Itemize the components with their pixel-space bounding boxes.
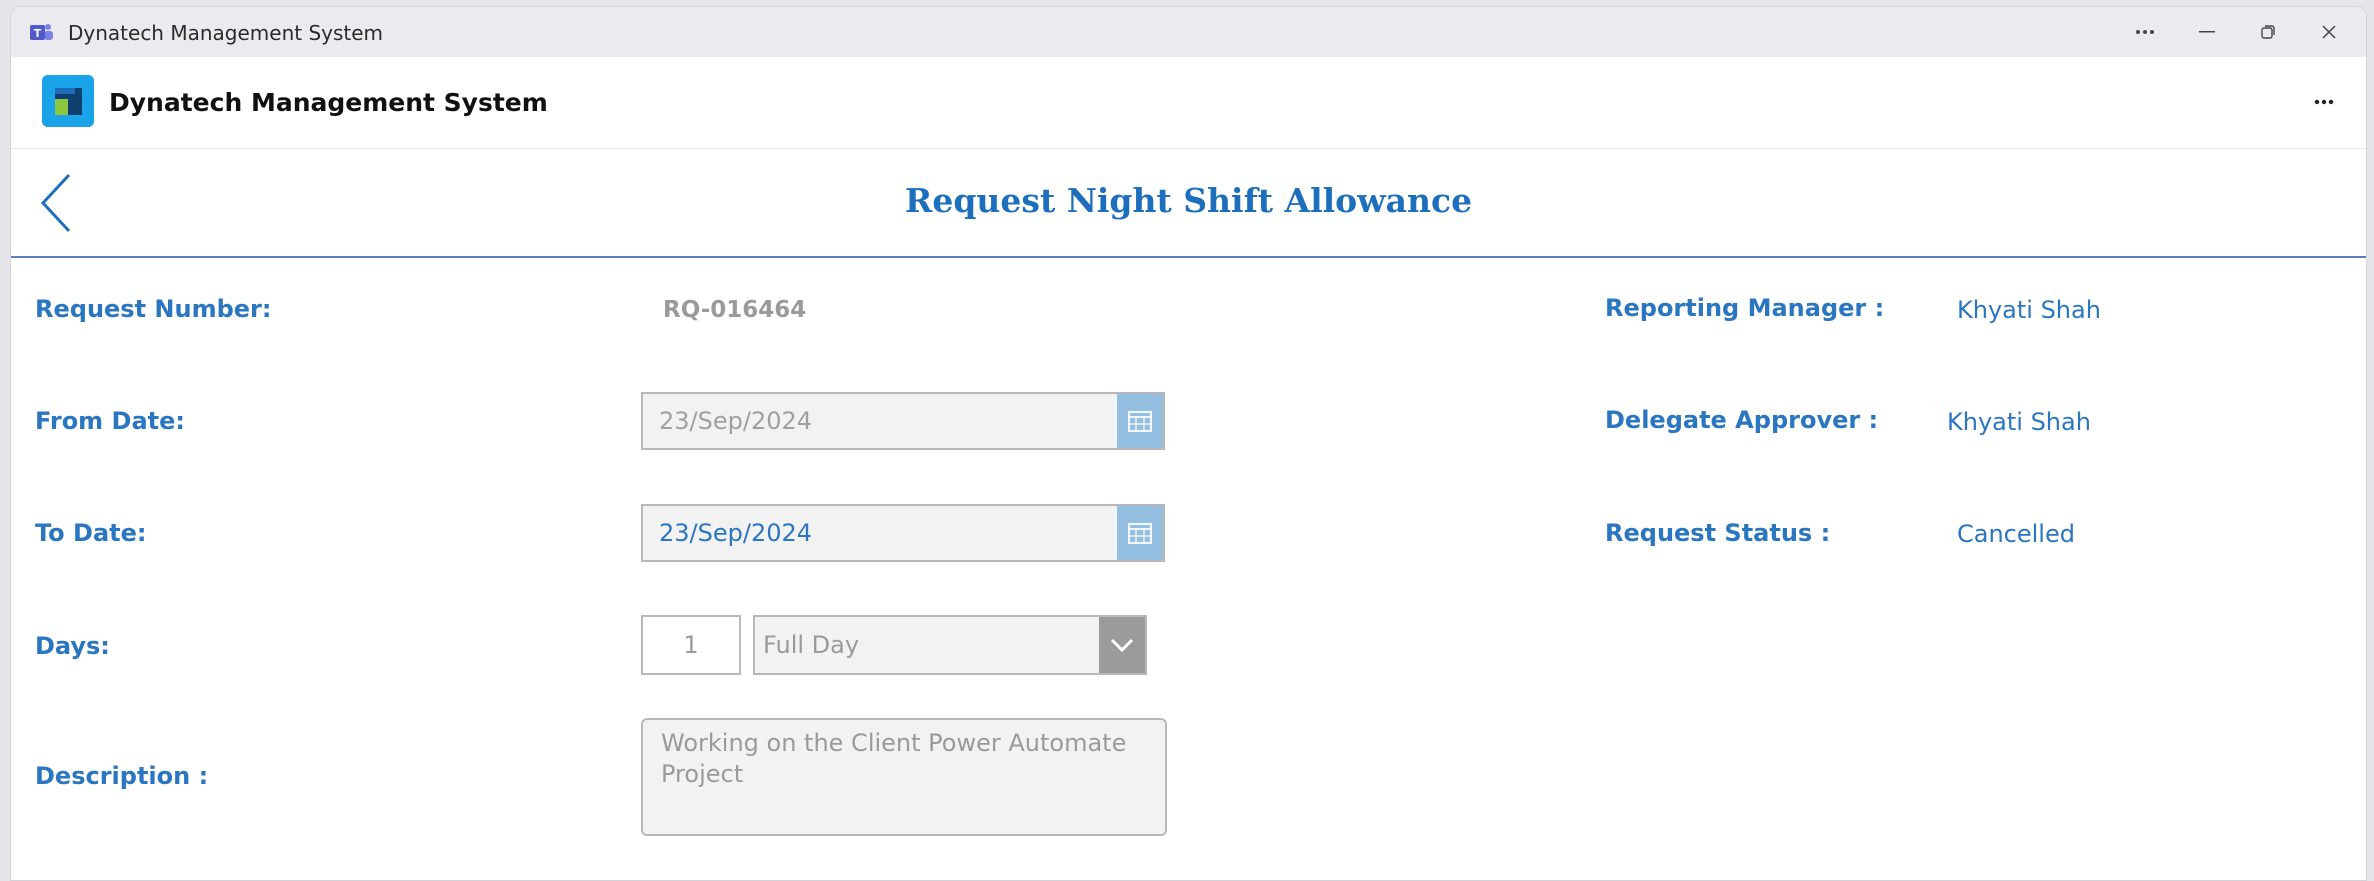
- day-type-dropdown[interactable]: Full Day: [753, 615, 1147, 675]
- restore-icon[interactable]: [2248, 15, 2288, 49]
- request-status-label: Request Status :: [1605, 519, 1831, 547]
- request-number-label: Request Number:: [35, 295, 272, 323]
- app-name: Dynatech Management System: [109, 88, 548, 117]
- minimize-icon[interactable]: [2187, 15, 2227, 49]
- days-input[interactable]: 1: [641, 615, 741, 675]
- delegate-approver-label: Delegate Approver :: [1605, 406, 1879, 434]
- more-icon[interactable]: [2125, 15, 2165, 49]
- day-type-value: Full Day: [763, 631, 860, 659]
- from-date-label: From Date:: [35, 407, 186, 435]
- to-date-value: 23/Sep/2024: [659, 519, 813, 547]
- window-title: Dynatech Management System: [68, 21, 384, 45]
- teams-icon: T: [29, 23, 55, 43]
- to-date-picker[interactable]: 23/Sep/2024: [641, 504, 1165, 562]
- reporting-manager-label: Reporting Manager :: [1605, 294, 1885, 322]
- close-icon[interactable]: [2309, 15, 2349, 49]
- page-header: Request Night Shift Allowance: [11, 149, 2366, 258]
- calendar-icon[interactable]: [1117, 506, 1163, 560]
- from-date-picker[interactable]: 23/Sep/2024: [641, 392, 1165, 450]
- chevron-down-icon[interactable]: [1099, 617, 1145, 673]
- to-date-label: To Date:: [35, 519, 147, 547]
- request-status-value: Cancelled: [1957, 520, 2075, 548]
- app-more-icon[interactable]: [2306, 85, 2342, 119]
- title-bar: T Dynatech Management System: [11, 7, 2366, 57]
- page-title: Request Night Shift Allowance: [904, 181, 1473, 220]
- app-window: T Dynatech Management System Dynatech Ma…: [10, 6, 2367, 881]
- calendar-icon[interactable]: [1117, 394, 1163, 448]
- from-date-value: 23/Sep/2024: [659, 407, 813, 435]
- description-label: Description :: [35, 762, 209, 790]
- request-number-value: RQ-016464: [663, 297, 807, 323]
- description-textarea[interactable]: Working on the Client Power Automate Pro…: [641, 718, 1167, 836]
- days-label: Days:: [35, 632, 110, 660]
- app-header-bar: Dynatech Management System: [11, 57, 2366, 149]
- delegate-approver-value: Khyati Shah: [1947, 408, 2091, 436]
- reporting-manager-value: Khyati Shah: [1957, 296, 2101, 324]
- app-logo: [42, 75, 94, 127]
- svg-text:T: T: [34, 27, 42, 40]
